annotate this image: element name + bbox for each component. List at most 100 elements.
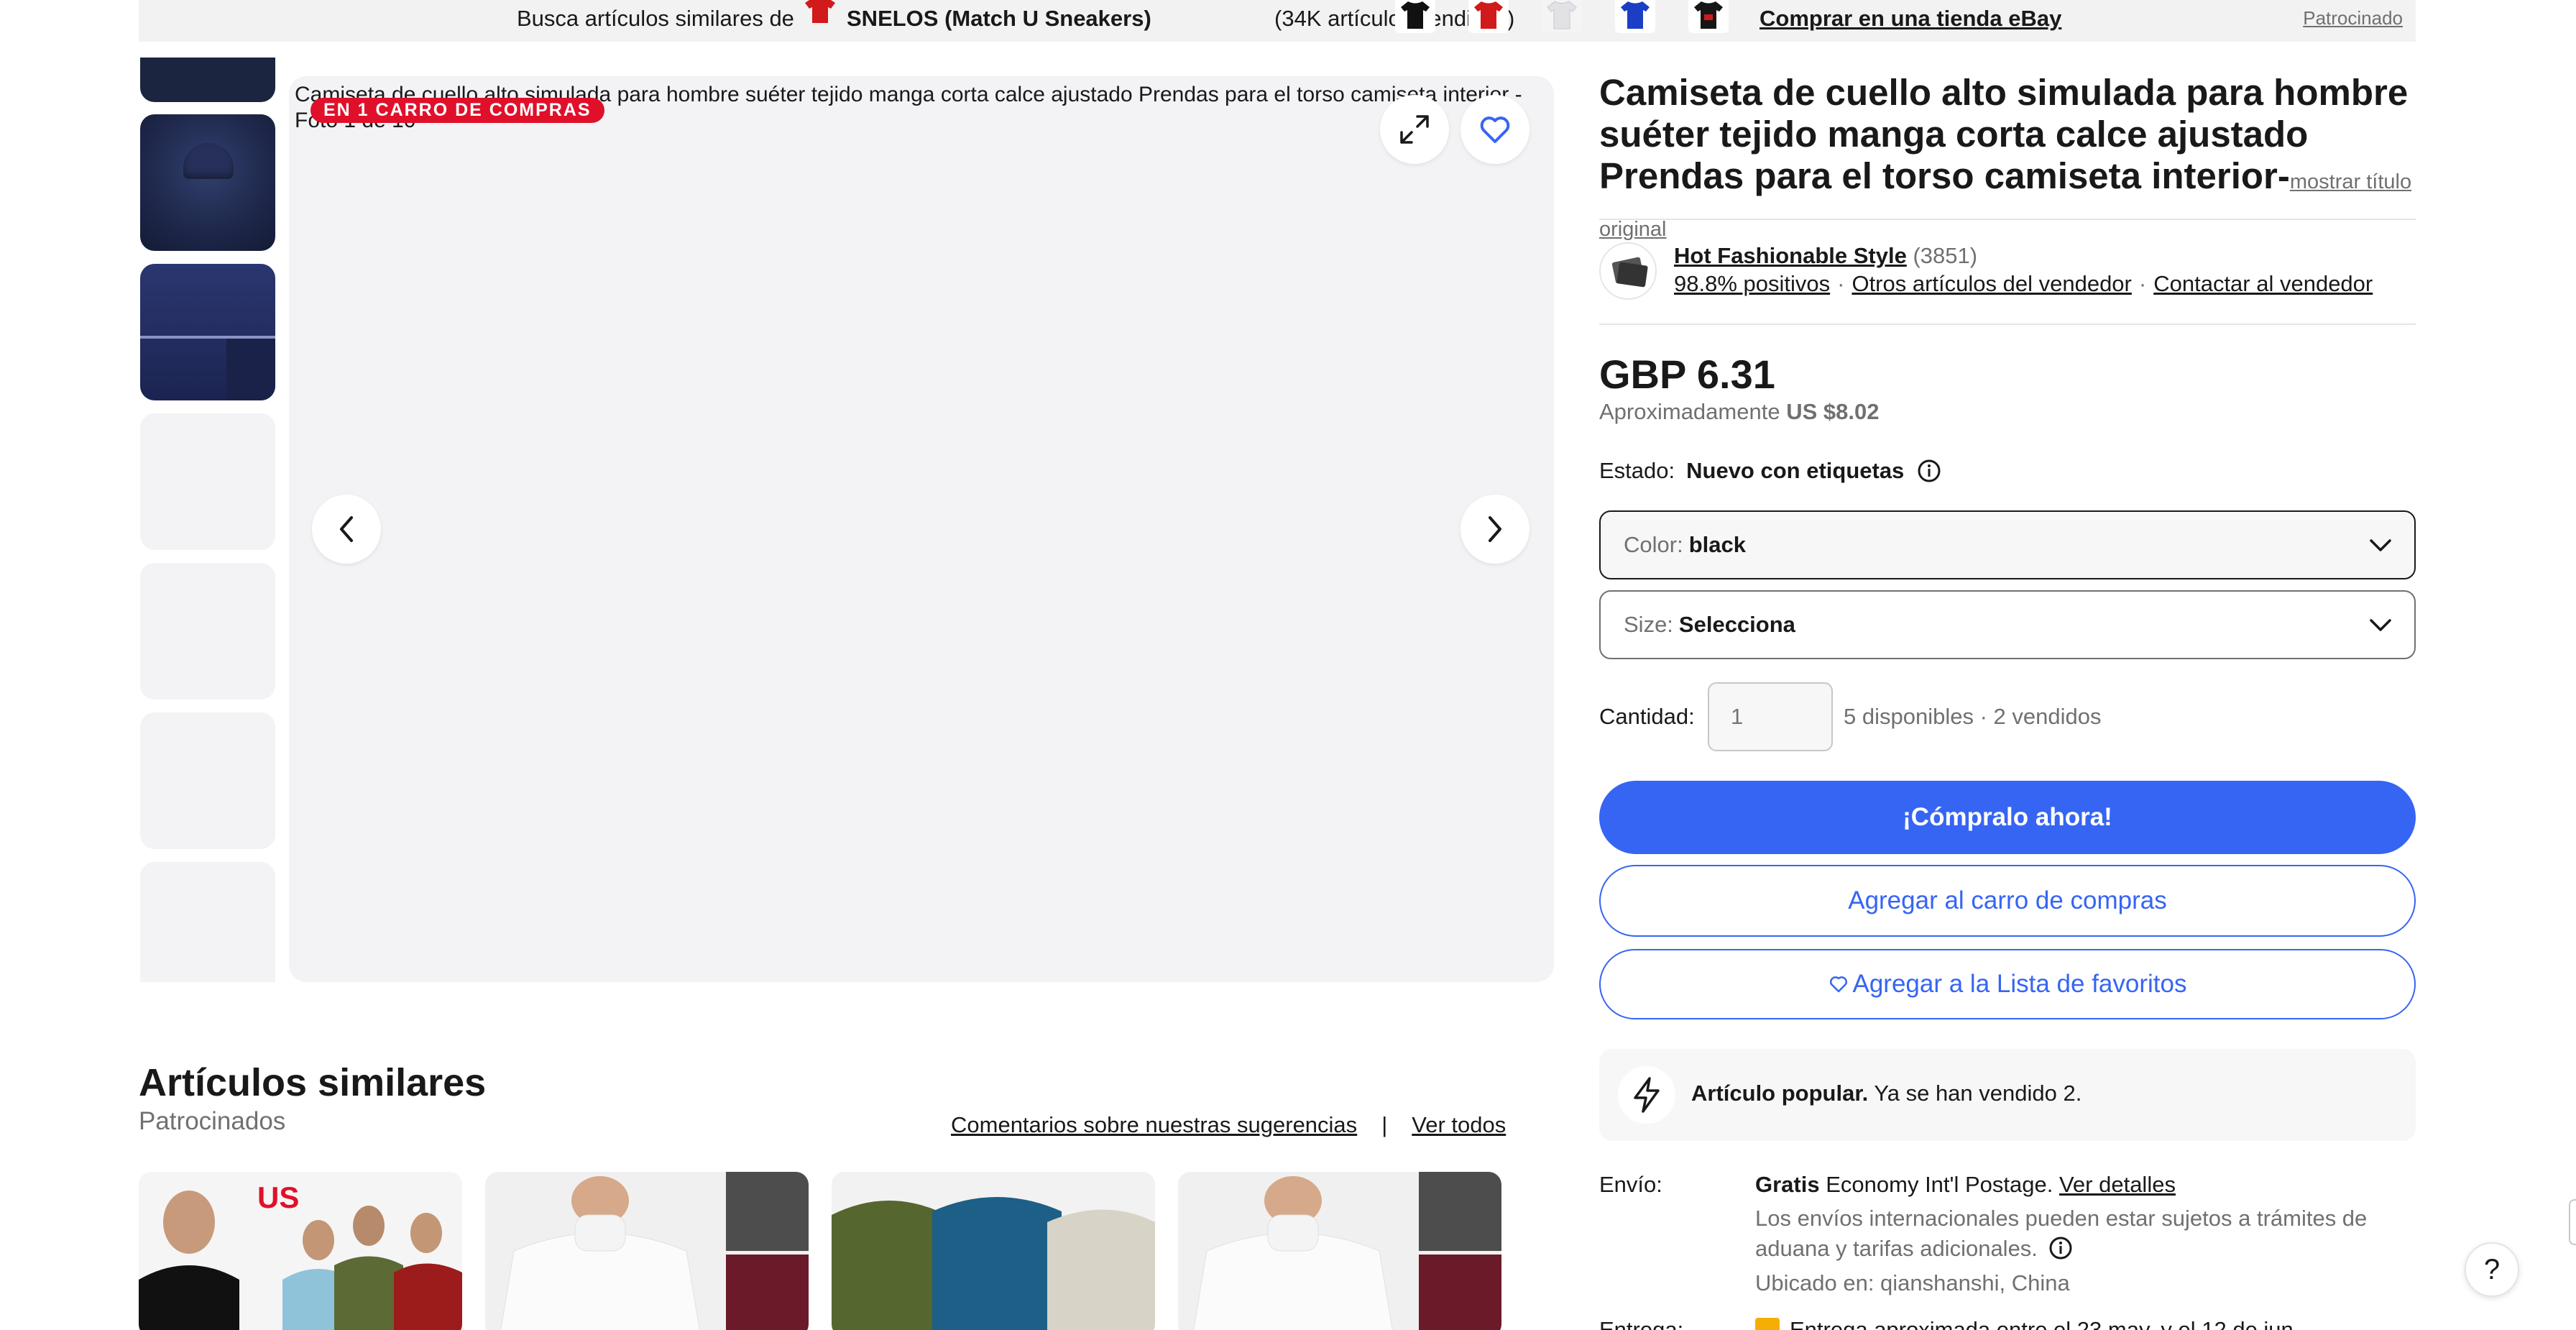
color-select-value: black [1688, 532, 1746, 557]
popular-item-detail: Ya se han vendido 2. [1874, 1081, 2082, 1106]
approx-value: US $8.02 [1786, 399, 1880, 424]
link-separator: | [1381, 1112, 1388, 1137]
shop-ebay-store-link[interactable]: Comprar en una tienda eBay [1760, 6, 2061, 32]
popular-item-bold: Artículo popular. [1691, 1081, 1869, 1106]
popular-item-banner: Artículo popular. Ya se han vendido 2. [1599, 1049, 2416, 1141]
shipping-label: Envío: [1599, 1172, 1662, 1197]
item-price: GBP 6.31 [1599, 352, 1775, 397]
similar-items-subtitle: Patrocinados [139, 1107, 286, 1135]
similar-item-card[interactable] [832, 1172, 1155, 1330]
similar-items-title: Artículos similares [139, 1061, 487, 1104]
add-to-watchlist-button[interactable]: Agregar a la Lista de favoritos [1599, 949, 2416, 1019]
add-to-watchlist-label: Agregar a la Lista de favoritos [1852, 970, 2187, 998]
expand-icon [1400, 115, 1429, 144]
approx-label: Aproximadamente [1599, 399, 1780, 424]
chevron-down-icon [2370, 539, 2391, 551]
promo-seller-shirt-icon [805, 0, 835, 23]
feedback-edge-tab[interactable] [2569, 1199, 2576, 1245]
seller-logo-icon [1611, 257, 1648, 288]
shipping-customs-note: Los envíos internacionales pueden estar … [1755, 1203, 2402, 1264]
promo-item-thumbnail[interactable] [1468, 0, 1509, 33]
next-image-button[interactable] [1460, 495, 1530, 564]
similar-items-links: Comentarios sobre nuestras sugerencias |… [951, 1112, 1506, 1138]
sponsored-label[interactable]: Patrocinado [2303, 7, 2403, 29]
chevron-right-icon [1489, 516, 1501, 542]
promo-text: Busca artículos similares de [517, 6, 794, 31]
shirt-collar-image [183, 143, 234, 179]
delivery-label: Entrega: [1599, 1317, 1684, 1330]
promo-item-thumbnail[interactable] [1542, 0, 1582, 33]
item-title: Camiseta de cuello alto simulada para ho… [1599, 72, 2416, 250]
seller-name-row: Hot Fashionable Style (3851) [1674, 243, 1977, 269]
gallery-thumbnail[interactable] [140, 563, 275, 700]
gallery-thumbnail[interactable] [140, 712, 275, 849]
heart-icon [1829, 976, 1847, 993]
condition-row: Estado: Nuevo con etiquetas [1599, 458, 1941, 484]
size-select[interactable]: Size: Selecciona [1599, 590, 2416, 659]
similar-item-image: US [139, 1172, 462, 1330]
previous-image-button[interactable] [312, 495, 381, 564]
heart-icon [1480, 116, 1510, 143]
separator-dot: · [2138, 271, 2147, 296]
gallery-thumbnail[interactable] [140, 264, 275, 400]
info-icon[interactable] [1917, 459, 1941, 483]
chevron-left-icon [340, 516, 353, 542]
watch-button[interactable] [1460, 95, 1530, 164]
delivery-text: Entrega aproximada entre el 23 may. y el… [1790, 1317, 2300, 1330]
similar-item-card[interactable] [1178, 1172, 1501, 1330]
condition-value: Nuevo con etiquetas [1686, 458, 1905, 483]
help-button[interactable]: ? [2465, 1242, 2519, 1297]
gallery-thumbnail[interactable] [140, 58, 275, 102]
in-cart-badge: EN 1 CARRO DE COMPRAS [310, 98, 604, 123]
similar-item-image [1178, 1172, 1501, 1330]
shirt-fold-image [140, 336, 275, 400]
seller-avatar[interactable] [1599, 242, 1657, 300]
shipping-details-link[interactable]: Ver detalles [2059, 1172, 2176, 1197]
condition-label: Estado: [1599, 458, 1675, 483]
color-select[interactable]: Color: black [1599, 510, 2416, 579]
quantity-label: Cantidad: [1599, 704, 1695, 729]
item-title-text: Camiseta de cuello alto simulada para ho… [1599, 72, 2409, 196]
buy-now-button[interactable]: ¡Cómpralo ahora! [1599, 781, 2416, 854]
gallery-thumbnail[interactable] [140, 862, 275, 982]
feedback-suggestions-link[interactable]: Comentarios sobre nuestras sugerencias [951, 1112, 1357, 1138]
shipping-summary: Gratis Economy Int'l Postage. Ver detall… [1755, 1172, 2176, 1198]
seller-links-row: 98.8% positivos · Otros artículos del vend… [1674, 271, 2373, 297]
divider [1599, 219, 2416, 220]
similar-item-card[interactable]: US [139, 1172, 462, 1330]
promo-item-thumbnail[interactable] [1395, 0, 1435, 33]
similar-items-promo-bar: Busca artículos similares de SNELOS (Mat… [139, 0, 2416, 42]
size-select-label: Size: [1624, 612, 1673, 637]
delivery-icon [1755, 1318, 1780, 1330]
main-product-image[interactable]: Camiseta de cuello alto simulada para ho… [289, 76, 1554, 982]
add-to-cart-button[interactable]: Agregar al carro de compras [1599, 865, 2416, 937]
promo-seller-name[interactable]: SNELOS (Match U Sneakers) [847, 6, 1151, 32]
seller-positive-feedback-link[interactable]: 98.8% positivos [1674, 271, 1830, 296]
popular-item-text: Artículo popular. Ya se han vendido 2. [1691, 1081, 2082, 1106]
seller-name-link[interactable]: Hot Fashionable Style [1674, 243, 1907, 268]
promo-item-thumbnail[interactable] [1615, 0, 1655, 33]
promo-item-thumbnail[interactable] [1688, 0, 1729, 33]
separator-dot: · [1837, 271, 1845, 296]
seller-other-items-link[interactable]: Otros artículos del vendedor [1852, 271, 2131, 296]
quantity-availability: 5 disponibles · 2 vendidos [1844, 704, 2102, 729]
similar-item-card[interactable] [485, 1172, 809, 1330]
item-location: Ubicado en: qianshanshi, China [1755, 1270, 2070, 1295]
thumbnail-strip [139, 58, 277, 982]
gallery-thumbnail[interactable] [140, 114, 275, 251]
info-icon[interactable] [2048, 1236, 2073, 1260]
seller-feedback-count: (3851) [1913, 243, 1978, 268]
delivery-estimate: Entrega aproximada entre el 23 may. y el… [1755, 1317, 2299, 1330]
shipping-free: Gratis [1755, 1172, 1820, 1197]
quantity-input[interactable] [1708, 682, 1833, 751]
expand-button[interactable] [1380, 95, 1449, 164]
shipping-method: Economy Int'l Postage. [1826, 1172, 2053, 1197]
size-select-value: Selecciona [1678, 612, 1795, 637]
gallery-thumbnail[interactable] [140, 413, 275, 550]
svg-text:US: US [257, 1180, 299, 1214]
see-all-link[interactable]: Ver todos [1412, 1112, 1506, 1138]
approx-price: Aproximadamente US $8.02 [1599, 399, 1879, 425]
divider [1599, 324, 2416, 325]
contact-seller-link[interactable]: Contactar al vendedor [2153, 271, 2373, 296]
color-select-label: Color: [1624, 532, 1683, 557]
